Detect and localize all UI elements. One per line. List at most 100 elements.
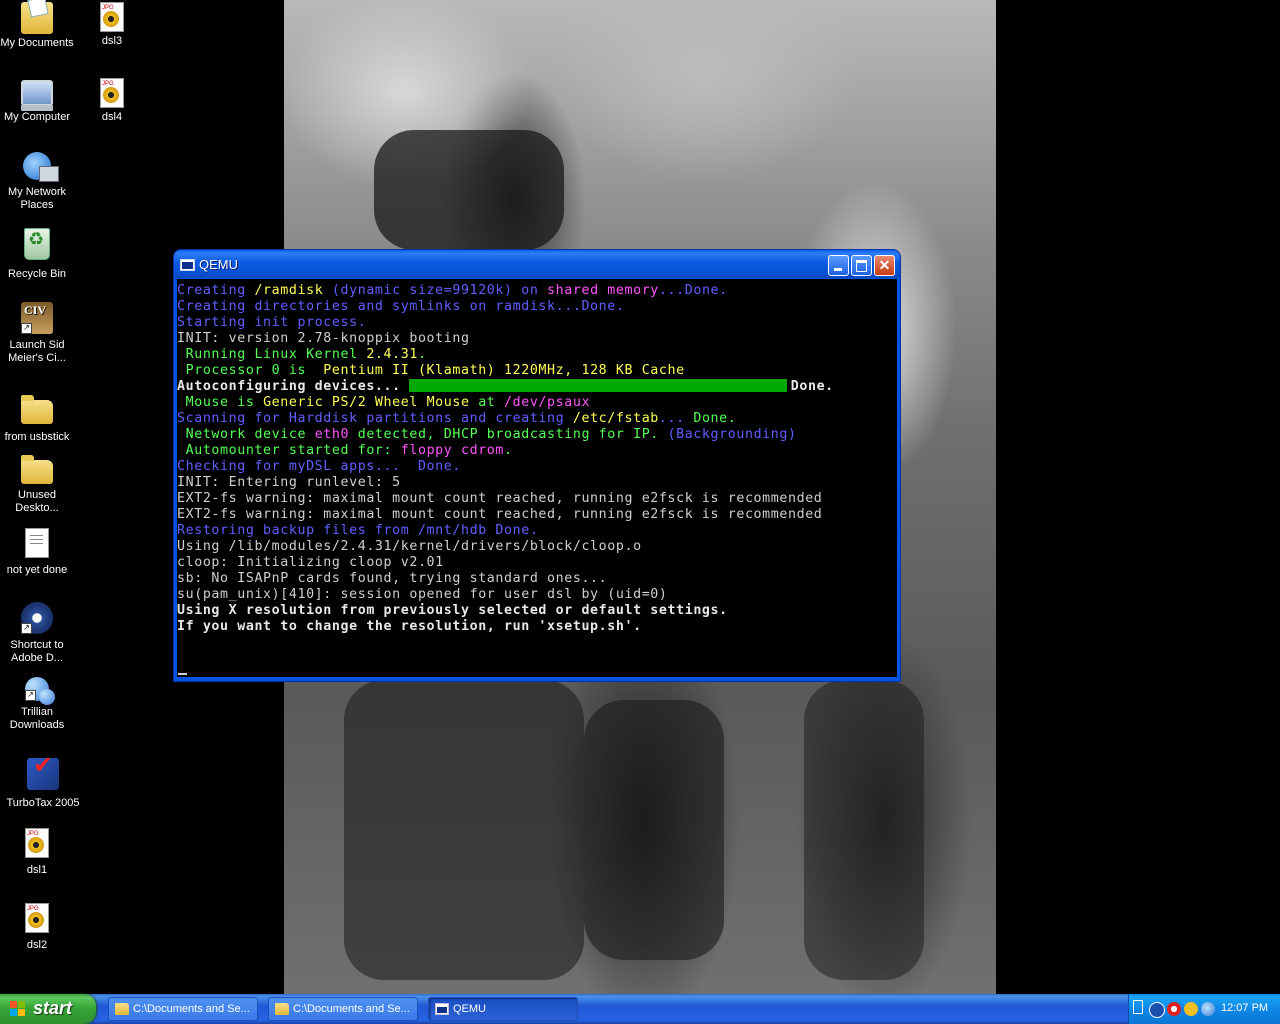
taskbar-button-explorer-1[interactable]: C:\Documents and Se...	[108, 997, 258, 1021]
console-segment: Pentium II (Klamath) 1220MHz, 128 KB Cac…	[323, 363, 685, 378]
qemu-window[interactable]: QEMU Creating /ramdisk (dynamic size=991…	[174, 250, 900, 681]
console-line: sb: No ISAPnP cards found, trying standa…	[177, 571, 897, 587]
taskbar-button-explorer-2[interactable]: C:\Documents and Se...	[268, 997, 418, 1021]
console-segment: EXT2-fs warning: maximal mount count rea…	[177, 491, 823, 506]
console-segment: floppy cdrom	[400, 443, 505, 458]
desktop-icon-recycle-bin[interactable]: Recycle Bin	[0, 228, 74, 281]
console-segment: (Backgrounding)	[667, 427, 797, 442]
system-tray: 12:07 PM	[1128, 994, 1280, 1024]
console-segment: Mouse is	[177, 395, 264, 410]
console-line: Autoconfiguring devices... Done.	[177, 379, 897, 395]
emulator-screen[interactable]: Creating /ramdisk (dynamic size=99120k) …	[177, 279, 897, 677]
console-segment: sb: No ISAPnP cards found, trying standa…	[177, 571, 608, 586]
desktop-icon-dsl1[interactable]: dsl1	[0, 828, 74, 877]
icon-label: dsl1	[26, 864, 48, 876]
console-line: Starting init process.	[177, 315, 897, 331]
console-segment: .	[504, 443, 513, 458]
maximize-button[interactable]	[851, 255, 872, 276]
console-segment: Autoconfiguring devices...	[177, 379, 401, 394]
icon-label: Shortcut to Adobe D...	[10, 639, 64, 664]
antivirus-icon[interactable]	[1167, 1002, 1181, 1016]
console-segment: Automounter started for:	[177, 443, 401, 458]
desktop-icon-dsl4[interactable]: dsl4	[75, 78, 149, 124]
console-segment: ...Done.	[658, 283, 728, 298]
shortcut-arrow-icon: ↗	[21, 623, 32, 634]
console-segment: Done.	[790, 379, 834, 394]
console-line: Scanning for Harddisk partitions and cre…	[177, 411, 897, 427]
console-segment: INIT: Entering runlevel: 5	[177, 475, 401, 490]
console-segment: Network device	[177, 427, 315, 442]
desktop-icon-trillian-downloads[interactable]: ↗ Trillian Downloads	[0, 677, 74, 732]
text-document-icon	[25, 528, 49, 558]
icon-label: dsl2	[26, 939, 48, 951]
window-titlebar[interactable]: QEMU	[174, 250, 900, 278]
desktop-icon-my-network-places[interactable]: My Network Places	[0, 152, 74, 212]
minimize-button[interactable]	[828, 255, 849, 276]
console-segment: cloop: Initializing cloop v2.01	[177, 555, 444, 570]
console-segment: su(pam_unix)[410]: session opened for us…	[177, 587, 668, 602]
console-line: EXT2-fs warning: maximal mount count rea…	[177, 491, 897, 507]
console-segment: ...	[658, 411, 694, 426]
desktop-icon-turbotax[interactable]: TurboTax 2005	[6, 758, 80, 810]
console-line: su(pam_unix)[410]: session opened for us…	[177, 587, 897, 603]
console-segment: Using /lib/modules/2.4.31/kernel/drivers…	[177, 539, 642, 554]
console-segment: Checking for myDSL apps... Done.	[177, 459, 461, 474]
icon-label: Trillian Downloads	[9, 706, 65, 731]
messenger-icon[interactable]	[1184, 1002, 1198, 1016]
desktop-icon-dsl2[interactable]: dsl2	[0, 903, 74, 952]
icon-label: from usbstick	[4, 431, 70, 443]
console-segment: eth0	[314, 427, 350, 442]
console-line: INIT: Entering runlevel: 5	[177, 475, 897, 491]
task-label: QEMU	[453, 1003, 486, 1015]
desktop-icon-dsl3[interactable]: dsl3	[75, 2, 149, 48]
console-segment: .	[417, 347, 427, 362]
folder-icon	[275, 1003, 289, 1015]
console-line: If you want to change the resolution, ru…	[177, 619, 897, 635]
console-segment: detected, DHCP broadcasting for IP.	[349, 427, 668, 442]
console-line: Using X resolution from previously selec…	[177, 603, 897, 619]
clock[interactable]: 12:07 PM	[1221, 1002, 1268, 1014]
desktop-icon-my-documents[interactable]: My Documents	[0, 2, 74, 50]
qemu-window-icon[interactable]	[180, 259, 195, 271]
desktop-icon-unused-desktop[interactable]: Unused Deskto...	[0, 454, 74, 515]
console-line: EXT2-fs warning: maximal mount count rea…	[177, 507, 897, 523]
network-places-icon	[23, 152, 59, 182]
console-line: INIT: version 2.78-knoppix booting	[177, 331, 897, 347]
desktop-icon-from-usbstick[interactable]: from usbstick	[0, 394, 74, 444]
icon-label: not yet done	[6, 564, 68, 576]
taskbar-button-qemu[interactable]: QEMU	[428, 997, 578, 1021]
icon-label: Unused Deskto...	[15, 489, 59, 514]
console-line: Restoring backup files from /mnt/hdb Don…	[177, 523, 897, 539]
autoconfig-progress-bar	[408, 379, 787, 392]
desktop-icon-civilization[interactable]: ↗ Launch Sid Meier's Ci...	[0, 302, 74, 365]
desktop-icon-adobe-shortcut[interactable]: ↗ Shortcut to Adobe D...	[0, 602, 74, 665]
desktop-icon-not-yet-done[interactable]: not yet done	[0, 528, 74, 577]
folder-icon	[115, 1003, 129, 1015]
console-line: Using /lib/modules/2.4.31/kernel/drivers…	[177, 539, 897, 555]
folder-icon	[21, 455, 53, 484]
console-segment: EXT2-fs warning: maximal mount count rea…	[177, 507, 823, 522]
icon-label: My Documents	[0, 37, 74, 49]
window-title: QEMU	[199, 257, 238, 272]
desktop-icon-my-computer[interactable]: My Computer	[0, 78, 74, 124]
jpg-file-icon	[25, 828, 49, 858]
console-segment: If you want to change the resolution, ru…	[177, 619, 642, 634]
civilization-icon: ↗	[21, 302, 53, 334]
start-button[interactable]: start	[0, 994, 96, 1024]
icon-label: My Network Places	[7, 186, 67, 211]
icon-label: Recycle Bin	[7, 268, 67, 280]
icon-label: My Computer	[3, 111, 71, 123]
trillian-tray-icon[interactable]	[1201, 1002, 1215, 1016]
console-segment: Scanning for Harddisk partitions and cre…	[177, 411, 573, 426]
console-segment: /ramdisk	[254, 283, 324, 298]
close-button[interactable]	[874, 255, 895, 276]
console-segment: /dev/psaux	[504, 395, 591, 410]
shortcut-arrow-icon: ↗	[25, 690, 36, 701]
task-label: C:\Documents and Se...	[133, 1003, 250, 1015]
show-hidden-icons-icon[interactable]	[1149, 1002, 1165, 1018]
safely-remove-hardware-icon[interactable]	[1133, 1000, 1143, 1014]
console-segment: Creating directories and symlinks on ram…	[177, 299, 625, 314]
console-line: Checking for myDSL apps... Done.	[177, 459, 897, 475]
text-cursor	[178, 673, 187, 675]
console-segment: Restoring backup files from /mnt/hdb Don…	[177, 523, 539, 538]
